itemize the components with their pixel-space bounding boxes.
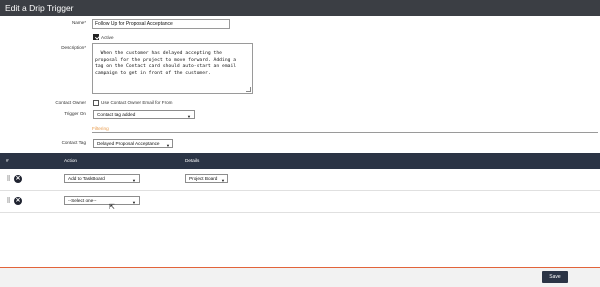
mouse-cursor-icon: ⇱ xyxy=(109,204,115,211)
chevron-down-icon: ▼ xyxy=(166,143,170,148)
chevron-down-icon: ▼ xyxy=(132,200,136,205)
contact-tag-value: Delayed Proposal Acceptance xyxy=(97,141,160,146)
contact-owner-checkbox[interactable] xyxy=(93,100,99,106)
description-text: When the customer has delayed accepting … xyxy=(95,51,237,76)
contact-tag-select[interactable]: Delayed Proposal Acceptance ▼ xyxy=(93,139,173,148)
action-select[interactable]: --Select one-- ▼ xyxy=(64,196,140,205)
chevron-down-icon: ▼ xyxy=(221,178,225,183)
name-input[interactable]: Follow Up for Proposal Acceptance xyxy=(92,19,230,29)
contact-tag-label: Contact Tag xyxy=(61,140,86,145)
trigger-on-value: Contact tag added xyxy=(97,112,136,117)
remove-icon[interactable]: ✕ xyxy=(14,197,22,205)
chevron-down-icon: ▼ xyxy=(132,178,136,183)
contact-owner-label: Contact Owner xyxy=(55,100,86,105)
footer-bar xyxy=(0,268,600,287)
details-select-value: Project Board xyxy=(189,176,218,181)
trigger-on-select[interactable]: Contact tag added ▼ xyxy=(93,110,195,119)
remove-icon[interactable]: ✕ xyxy=(14,175,22,183)
active-checkbox[interactable] xyxy=(93,34,99,40)
contact-owner-checkbox-label: Use Contact Owner Email for From xyxy=(101,100,173,105)
active-label: Active xyxy=(101,35,114,40)
name-label: Name* xyxy=(71,20,86,25)
action-select[interactable]: Add to TaskBoard ▼ xyxy=(64,174,140,183)
header-index: # xyxy=(6,158,9,163)
action-select-value: Add to TaskBoard xyxy=(68,176,105,181)
chevron-down-icon: ▼ xyxy=(187,114,191,119)
resize-handle[interactable] xyxy=(246,87,251,92)
actions-table-header: # Action Details xyxy=(0,153,600,169)
header-action: Action xyxy=(64,158,78,163)
window-titlebar: Edit a Drip Trigger xyxy=(0,0,600,16)
save-button[interactable]: Save xyxy=(542,271,568,283)
action-select-value: --Select one-- xyxy=(68,198,97,203)
description-textarea[interactable]: When the customer has delayed accepting … xyxy=(92,43,253,94)
table-row: ✕ Add to TaskBoard ▼ Project Board ▼ xyxy=(0,169,600,191)
filtering-section-label: Filtering xyxy=(92,126,109,131)
description-label: Description* xyxy=(61,45,86,50)
window-title: Edit a Drip Trigger xyxy=(5,3,74,13)
drag-handle-icon[interactable] xyxy=(7,197,10,203)
header-details: Details xyxy=(185,158,200,163)
details-select[interactable]: Project Board ▼ xyxy=(185,174,228,183)
table-row: ✕ --Select one-- ▼ xyxy=(0,191,600,213)
drag-handle-icon[interactable] xyxy=(7,175,10,181)
filtering-divider xyxy=(92,132,598,133)
trigger-on-label: Trigger On xyxy=(64,111,86,116)
